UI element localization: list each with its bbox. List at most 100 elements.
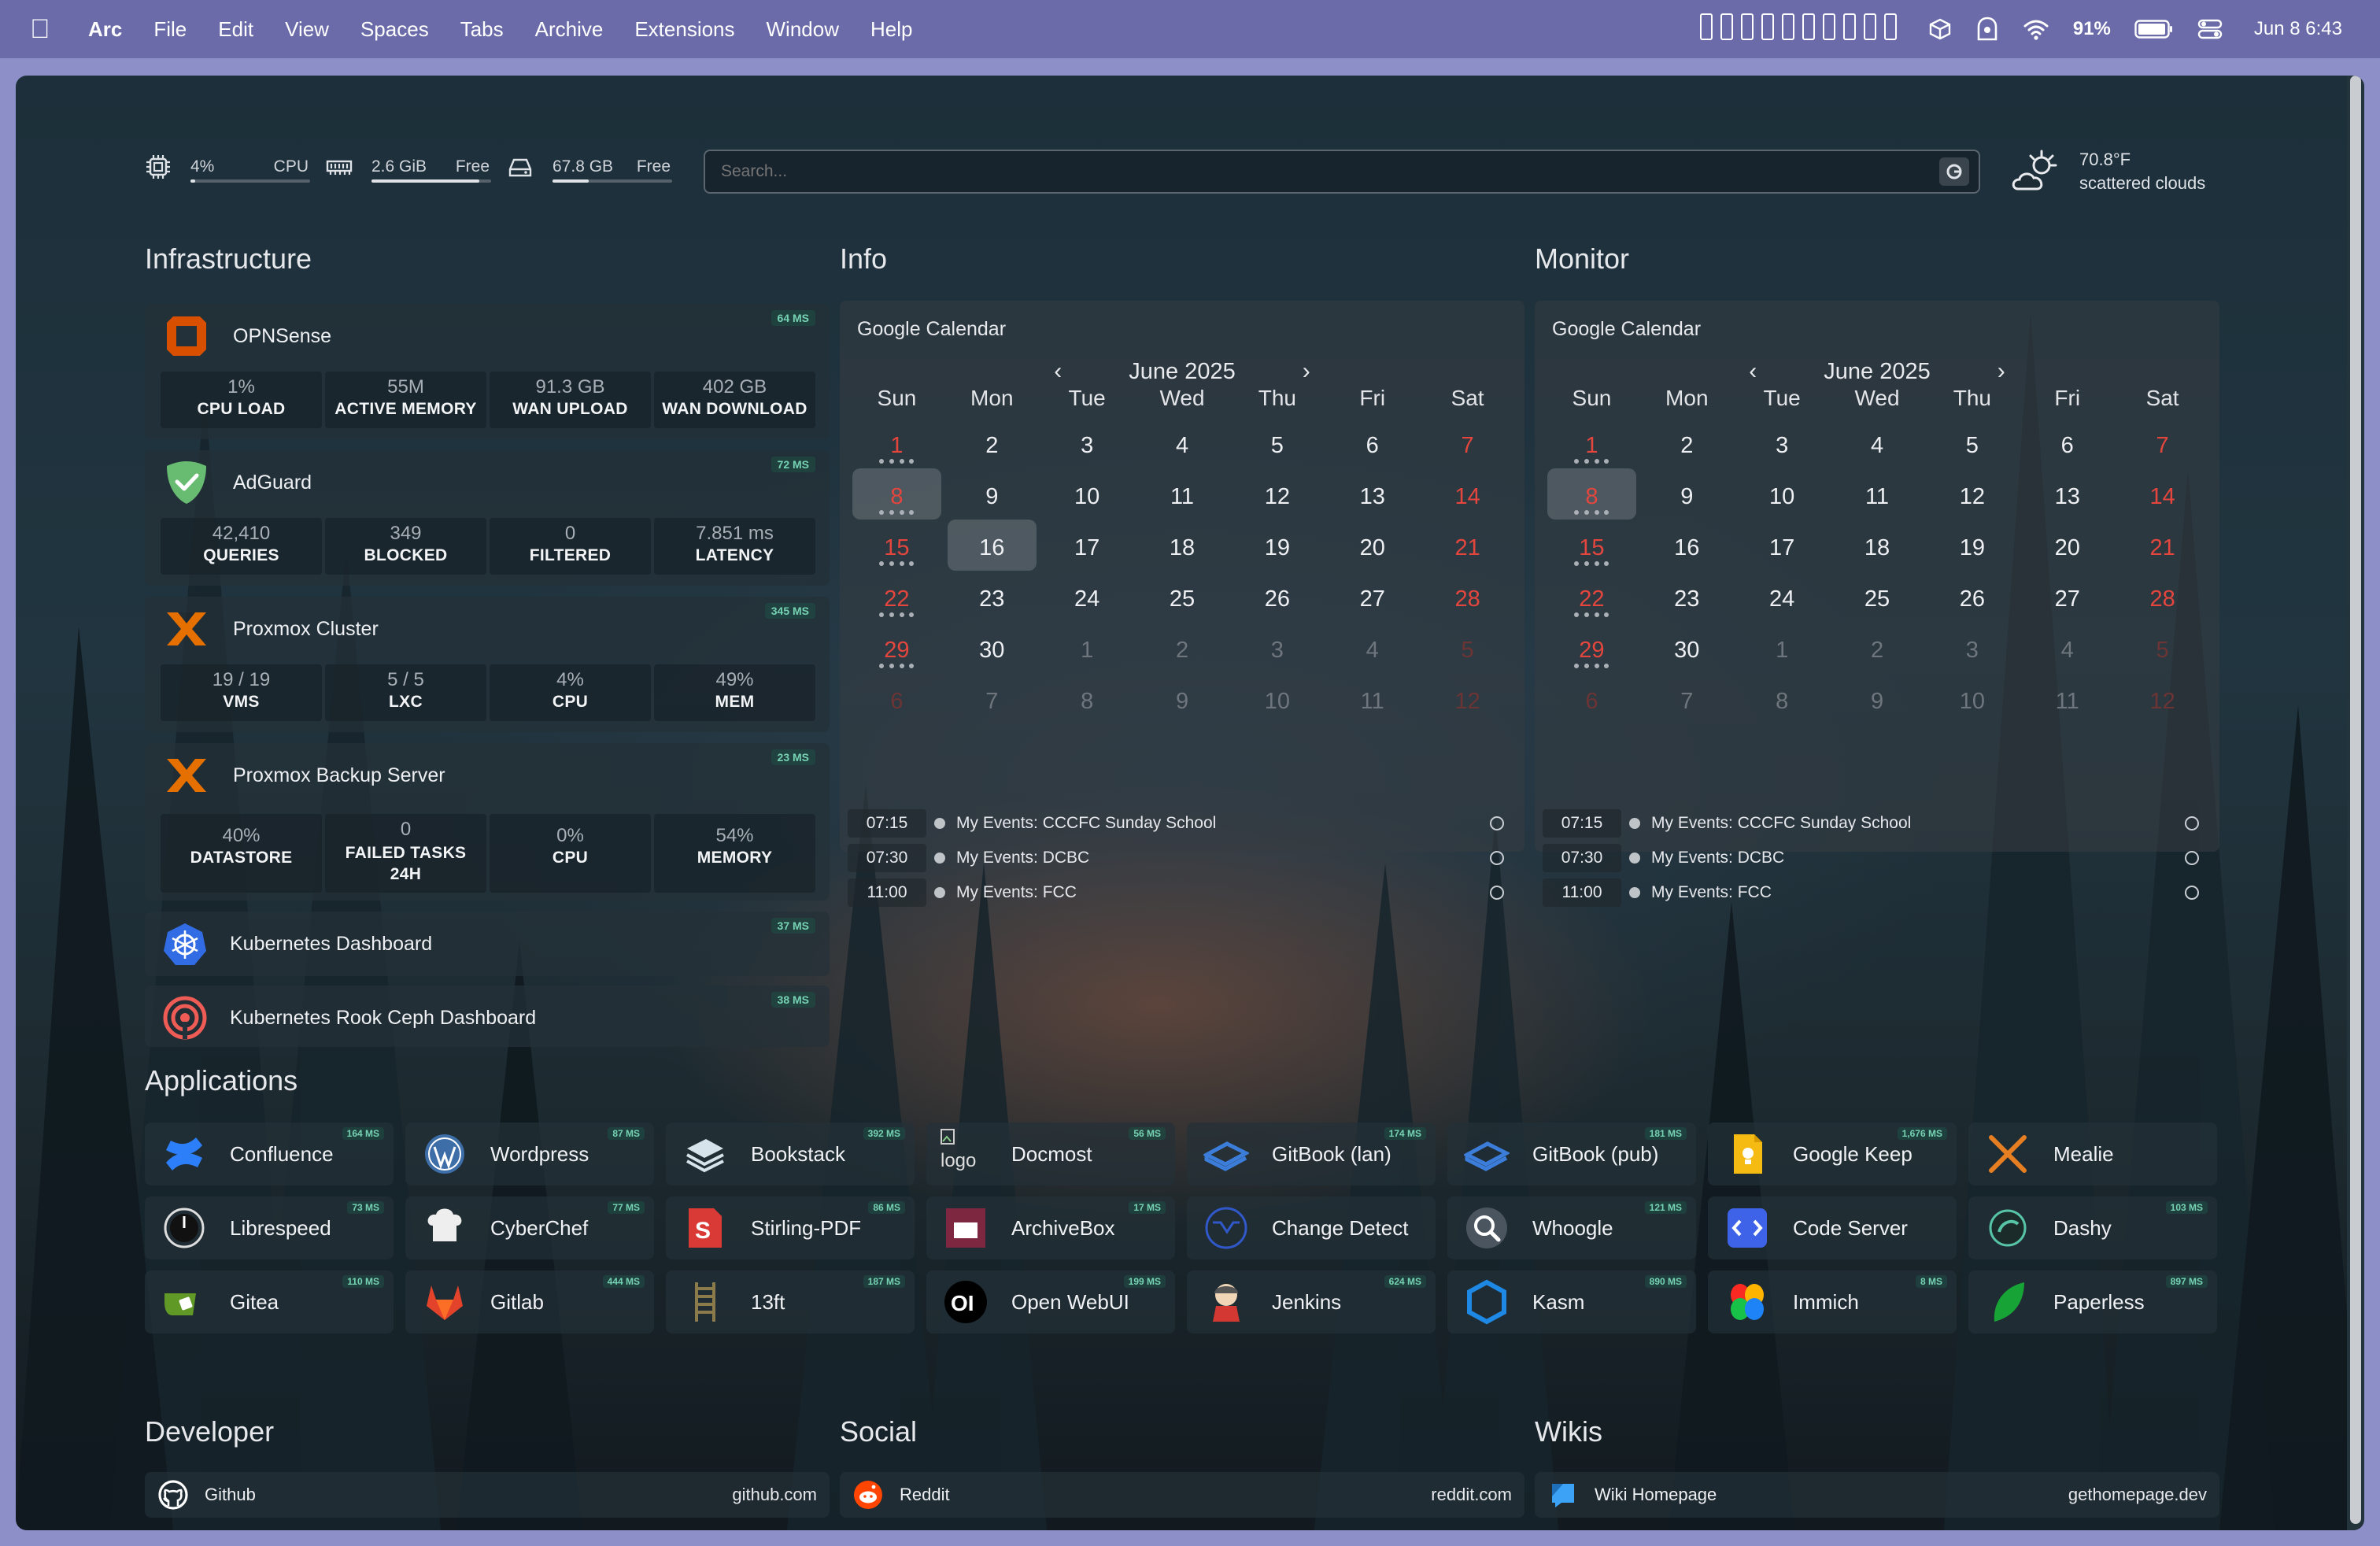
menu-help[interactable]: Help (870, 17, 912, 42)
app-tile-whoogle[interactable]: Whoogle 121 MS (1447, 1196, 1696, 1259)
app-tile-code-server[interactable]: Code Server (1708, 1196, 1957, 1259)
calendar-day[interactable]: 3 (1927, 622, 2016, 673)
service-card-proxmox-cluster[interactable]: Proxmox Cluster 345 MS 19 / 19 VMS 5 / 5 L… (145, 597, 830, 732)
calendar-day[interactable]: 18 (1138, 520, 1227, 571)
app-tile-gitea[interactable]: Gitea 110 MS (145, 1270, 394, 1333)
service-card-proxmox-backup-server[interactable]: Proxmox Backup Server 23 MS 40% DATASTORE… (145, 743, 830, 901)
menu-view[interactable]: View (285, 17, 329, 42)
calendar-day[interactable]: 3 (1738, 417, 1827, 468)
service-card-rook-ceph-dashboard[interactable]: Kubernetes Rook Ceph Dashboard 38 MS (145, 986, 830, 1047)
service-card-adguard[interactable]: AdGuard 72 MS 42,410 QUERIES 349 BLOCKED 0… (145, 450, 830, 586)
calendar-day[interactable]: 19 (1232, 520, 1321, 571)
calendar-day[interactable]: 25 (1833, 571, 1922, 622)
calendar-day[interactable]: 1 (1547, 417, 1636, 468)
calendar-day[interactable]: 3 (1043, 417, 1132, 468)
calendar-day[interactable]: 30 (1643, 622, 1731, 673)
calendar-day[interactable]: 30 (948, 622, 1037, 673)
calendar-day[interactable]: 20 (2023, 520, 2112, 571)
calendar-day[interactable]: 10 (1927, 673, 2016, 724)
app-tile-gitbook-lan[interactable]: GitBook (lan) 174 MS (1187, 1123, 1436, 1185)
calendar-day[interactable]: 13 (1328, 468, 1417, 520)
app-tile-change-detect[interactable]: Change Detect (1187, 1196, 1436, 1259)
calendar-day[interactable]: 21 (2118, 520, 2207, 571)
app-tile-archivebox[interactable]: ArchiveBox 17 MS (926, 1196, 1175, 1259)
calendar-day[interactable]: 14 (2118, 468, 2207, 520)
calendar-event[interactable]: 11:00 My Events: FCC (1543, 875, 2212, 910)
calendar-day[interactable]: 17 (1043, 520, 1132, 571)
calendar-day[interactable]: 4 (1138, 417, 1227, 468)
app-tile-bookstack[interactable]: Bookstack 392 MS (666, 1123, 915, 1185)
calendar-event[interactable]: 07:15 My Events: CCCFC Sunday School (848, 806, 1517, 841)
calendar-day[interactable]: 19 (1927, 520, 2016, 571)
app-tile-gitlab[interactable]: Gitlab 444 MS (405, 1270, 654, 1333)
calendar-day[interactable]: 2 (1643, 417, 1731, 468)
calendar-day[interactable]: 6 (2023, 417, 2112, 468)
menu-window[interactable]: Window (767, 17, 839, 42)
calendar-event[interactable]: 07:30 My Events: DCBC (848, 841, 1517, 875)
menu-app-name[interactable]: Arc (88, 17, 122, 42)
calendar-day[interactable]: 17 (1738, 520, 1827, 571)
calendar-day[interactable]: 9 (1138, 673, 1227, 724)
calendar-day[interactable]: 4 (1833, 417, 1922, 468)
calendar-day[interactable]: 11 (1138, 468, 1227, 520)
calendar-day[interactable]: 4 (2023, 622, 2112, 673)
calendar-day[interactable]: 22 (852, 571, 941, 622)
calendar-day[interactable]: 2 (1833, 622, 1922, 673)
menu-spaces[interactable]: Spaces (360, 17, 429, 42)
calendar-day[interactable]: 28 (2118, 571, 2207, 622)
calendar-day[interactable]: 8 (852, 468, 941, 520)
bookmark-wiki-homepage[interactable]: Wiki Homepage gethomepage.dev (1535, 1472, 2219, 1518)
battery-icon[interactable] (2134, 20, 2174, 39)
calendar-day[interactable]: 7 (948, 673, 1037, 724)
calendar-day[interactable]: 12 (1423, 673, 1512, 724)
calendar-day[interactable]: 28 (1423, 571, 1512, 622)
bookmark-reddit[interactable]: Reddit reddit.com (840, 1472, 1524, 1518)
calendar-day[interactable]: 8 (1547, 468, 1636, 520)
calendar-day[interactable]: 11 (1328, 673, 1417, 724)
app-tile-librespeed[interactable]: Librespeed 73 MS (145, 1196, 394, 1259)
calendar-day[interactable]: 12 (1927, 468, 2016, 520)
calendar-day[interactable]: 23 (1643, 571, 1731, 622)
weather-widget[interactable]: 70.8°F scattered clouds (2010, 148, 2205, 195)
calendar-prev-button[interactable]: ‹ (1737, 358, 1768, 385)
calendar-day[interactable]: 6 (1328, 417, 1417, 468)
calendar-day[interactable]: 4 (1328, 622, 1417, 673)
calendar-day[interactable]: 1 (1043, 622, 1132, 673)
calendar-day[interactable]: 6 (1547, 673, 1636, 724)
app-tile-gitbook-pub[interactable]: GitBook (pub) 181 MS (1447, 1123, 1696, 1185)
wifi-icon[interactable] (2023, 18, 2049, 40)
calendar-day[interactable]: 29 (1547, 622, 1636, 673)
calendar-day[interactable]: 10 (1738, 468, 1827, 520)
app-tile-jenkins[interactable]: Jenkins 624 MS (1187, 1270, 1436, 1333)
calendar-day[interactable]: 5 (1927, 417, 2016, 468)
calendar-day[interactable]: 10 (1232, 673, 1321, 724)
calendar-day[interactable]: 21 (1423, 520, 1512, 571)
menu-tabs[interactable]: Tabs (460, 17, 504, 42)
service-card-kubernetes-dashboard[interactable]: Kubernetes Dashboard 37 MS (145, 912, 830, 976)
calendar-day[interactable]: 1 (852, 417, 941, 468)
app-tile-dashy[interactable]: Dashy 103 MS (1968, 1196, 2217, 1259)
calendar-next-button[interactable]: › (1986, 358, 2017, 385)
calendar-day[interactable]: 11 (1833, 468, 1922, 520)
calendar-day[interactable]: 3 (1232, 622, 1321, 673)
menu-file[interactable]: File (153, 17, 187, 42)
cube-icon[interactable] (1928, 17, 1952, 41)
search-provider-button[interactable] (1939, 157, 1969, 186)
calendar-day[interactable]: 26 (1232, 571, 1321, 622)
menu-extras-icons[interactable] (1699, 13, 1905, 46)
app-tile-paperless[interactable]: Paperless 897 MS (1968, 1270, 2217, 1333)
app-tile-wordpress[interactable]: Wordpress 87 MS (405, 1123, 654, 1185)
calendar-day[interactable]: 5 (2118, 622, 2207, 673)
calendar-day[interactable]: 5 (1232, 417, 1321, 468)
menu-datetime[interactable]: Jun 8 6:43 (2254, 18, 2342, 40)
calendar-day[interactable]: 6 (852, 673, 941, 724)
calendar-day[interactable]: 18 (1833, 520, 1922, 571)
menu-archive[interactable]: Archive (535, 17, 604, 42)
control-center-icon[interactable] (2197, 18, 2223, 40)
calendar-day[interactable]: 8 (1738, 673, 1827, 724)
calendar-day[interactable]: 7 (1643, 673, 1731, 724)
calendar-event[interactable]: 07:30 My Events: DCBC (1543, 841, 2212, 875)
app-tile-docmost[interactable]: logo Docmost 56 MS (926, 1123, 1175, 1185)
calendar-day[interactable]: 9 (1643, 468, 1731, 520)
app-tile-stirling-pdf[interactable]: S Stirling-PDF 86 MS (666, 1196, 915, 1259)
